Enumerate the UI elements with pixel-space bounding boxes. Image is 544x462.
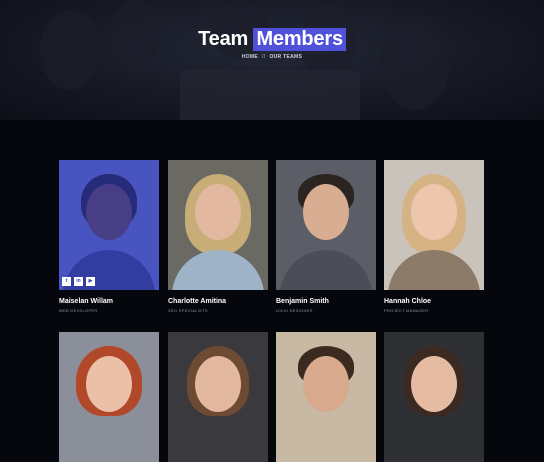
page-title: Team Members [0, 28, 544, 51]
member-role: UX/UI DESIGNER [276, 308, 313, 313]
breadcrumb-home-link[interactable]: HOME [242, 54, 258, 60]
team-card[interactable]: Benjamin Smith UX/UI DESIGNER [276, 160, 376, 313]
team-card[interactable] [59, 332, 159, 462]
team-photo[interactable]: t in ▶ [59, 160, 159, 290]
member-name[interactable]: Maiselan Willam [59, 298, 159, 305]
team-card[interactable] [168, 332, 268, 462]
member-name[interactable]: Charlotte Amitina [168, 298, 268, 305]
team-photo[interactable] [276, 332, 376, 462]
team-card[interactable]: t in ▶ Maiselan Willam WEB DEVELOPER [59, 160, 159, 313]
photo-hover-overlay [59, 160, 159, 290]
team-photo[interactable] [276, 160, 376, 290]
team-photo[interactable] [168, 160, 268, 290]
member-name[interactable]: Hannah Chloe [384, 298, 484, 305]
twitter-icon[interactable]: t [62, 277, 71, 286]
team-card[interactable] [384, 332, 484, 462]
breadcrumb: HOME //OUR TEAMS [0, 54, 544, 60]
team-photo[interactable] [168, 332, 268, 462]
hero-overlay [0, 0, 544, 120]
page-title-text: Team [198, 28, 249, 50]
hero-banner: Team Members HOME //OUR TEAMS [0, 0, 544, 120]
breadcrumb-current: OUR TEAMS [269, 54, 303, 60]
linkedin-icon[interactable]: in [74, 277, 83, 286]
team-card[interactable]: Charlotte Amitina SEO SPECIALISTS [168, 160, 268, 313]
member-role: WEB DEVELOPER [59, 308, 98, 313]
youtube-icon[interactable]: ▶ [86, 277, 95, 286]
social-links: t in ▶ [62, 277, 95, 286]
team-photo[interactable] [384, 160, 484, 290]
member-name[interactable]: Benjamin Smith [276, 298, 376, 305]
team-photo[interactable] [59, 332, 159, 462]
member-role: SEO SPECIALISTS [168, 308, 208, 313]
team-card[interactable]: Hannah Chloe PROJECT MANAGER [384, 160, 484, 313]
team-card[interactable] [276, 332, 376, 462]
page-title-highlight: Members [253, 28, 346, 51]
breadcrumb-separator: // [262, 54, 266, 60]
member-role: PROJECT MANAGER [384, 308, 429, 313]
team-photo[interactable] [384, 332, 484, 462]
